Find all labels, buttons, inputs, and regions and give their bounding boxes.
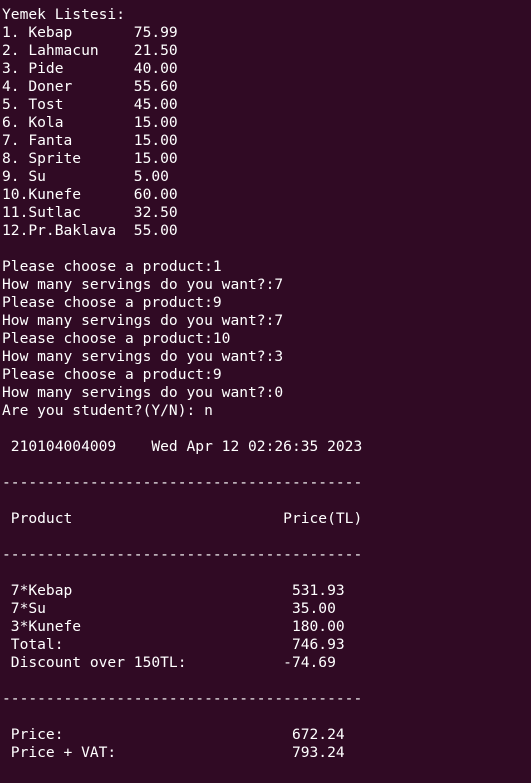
terminal-line: 4. Doner 55.60	[2, 78, 178, 95]
terminal-line: 10.Kunefe 60.00	[2, 186, 178, 203]
terminal-line: ----------------------------------------…	[2, 690, 363, 707]
terminal-line: 9. Su 5.00	[2, 168, 169, 185]
terminal-line: 2. Lahmacun 21.50	[2, 42, 178, 59]
terminal-line: Product Price(TL)	[2, 510, 363, 527]
terminal-line: 6. Kola 15.00	[2, 114, 178, 131]
terminal-line: Please choose a product:1	[2, 258, 222, 275]
terminal-line: 7*Kebap 531.93	[2, 582, 345, 599]
terminal-line: How many servings do you want?:7	[2, 276, 284, 293]
terminal-output[interactable]: Yemek Listesi: 1. Kebap 75.99 2. Lahmacun …	[2, 6, 529, 762]
terminal-line: 8. Sprite 15.00	[2, 150, 178, 167]
terminal-line: Please choose a product:9	[2, 294, 222, 311]
terminal-line: Price + VAT: 793.24	[2, 744, 345, 761]
terminal-line: Are you student?(Y/N): n	[2, 402, 213, 419]
terminal-line: Discount over 150TL: -74.69	[2, 654, 336, 671]
terminal-line: 12.Pr.Baklava 55.00	[2, 222, 178, 239]
terminal-line: 3. Pide 40.00	[2, 60, 178, 77]
terminal-line: ----------------------------------------…	[2, 546, 363, 563]
terminal-line: 3*Kunefe 180.00	[2, 618, 345, 635]
terminal-line: 7*Su 35.00	[2, 600, 336, 617]
terminal-line: Please choose a product:10	[2, 330, 231, 347]
terminal-line: 1. Kebap 75.99	[2, 24, 178, 41]
terminal-line: 210104004009 Wed Apr 12 02:26:35 2023	[2, 438, 363, 455]
terminal-line: 5. Tost 45.00	[2, 96, 178, 113]
terminal-line: ----------------------------------------…	[2, 474, 363, 491]
terminal-line: How many servings do you want?:0	[2, 384, 284, 401]
terminal-line: Please choose a product:9	[2, 366, 222, 383]
terminal-line: Total: 746.93	[2, 636, 345, 653]
terminal-line: 7. Fanta 15.00	[2, 132, 178, 149]
terminal-line: How many servings do you want?:7	[2, 312, 284, 329]
terminal-line: Yemek Listesi:	[2, 6, 126, 23]
terminal-line: How many servings do you want?:3	[2, 348, 284, 365]
terminal-line: Price: 672.24	[2, 726, 345, 743]
terminal-line: 11.Sutlac 32.50	[2, 204, 178, 221]
